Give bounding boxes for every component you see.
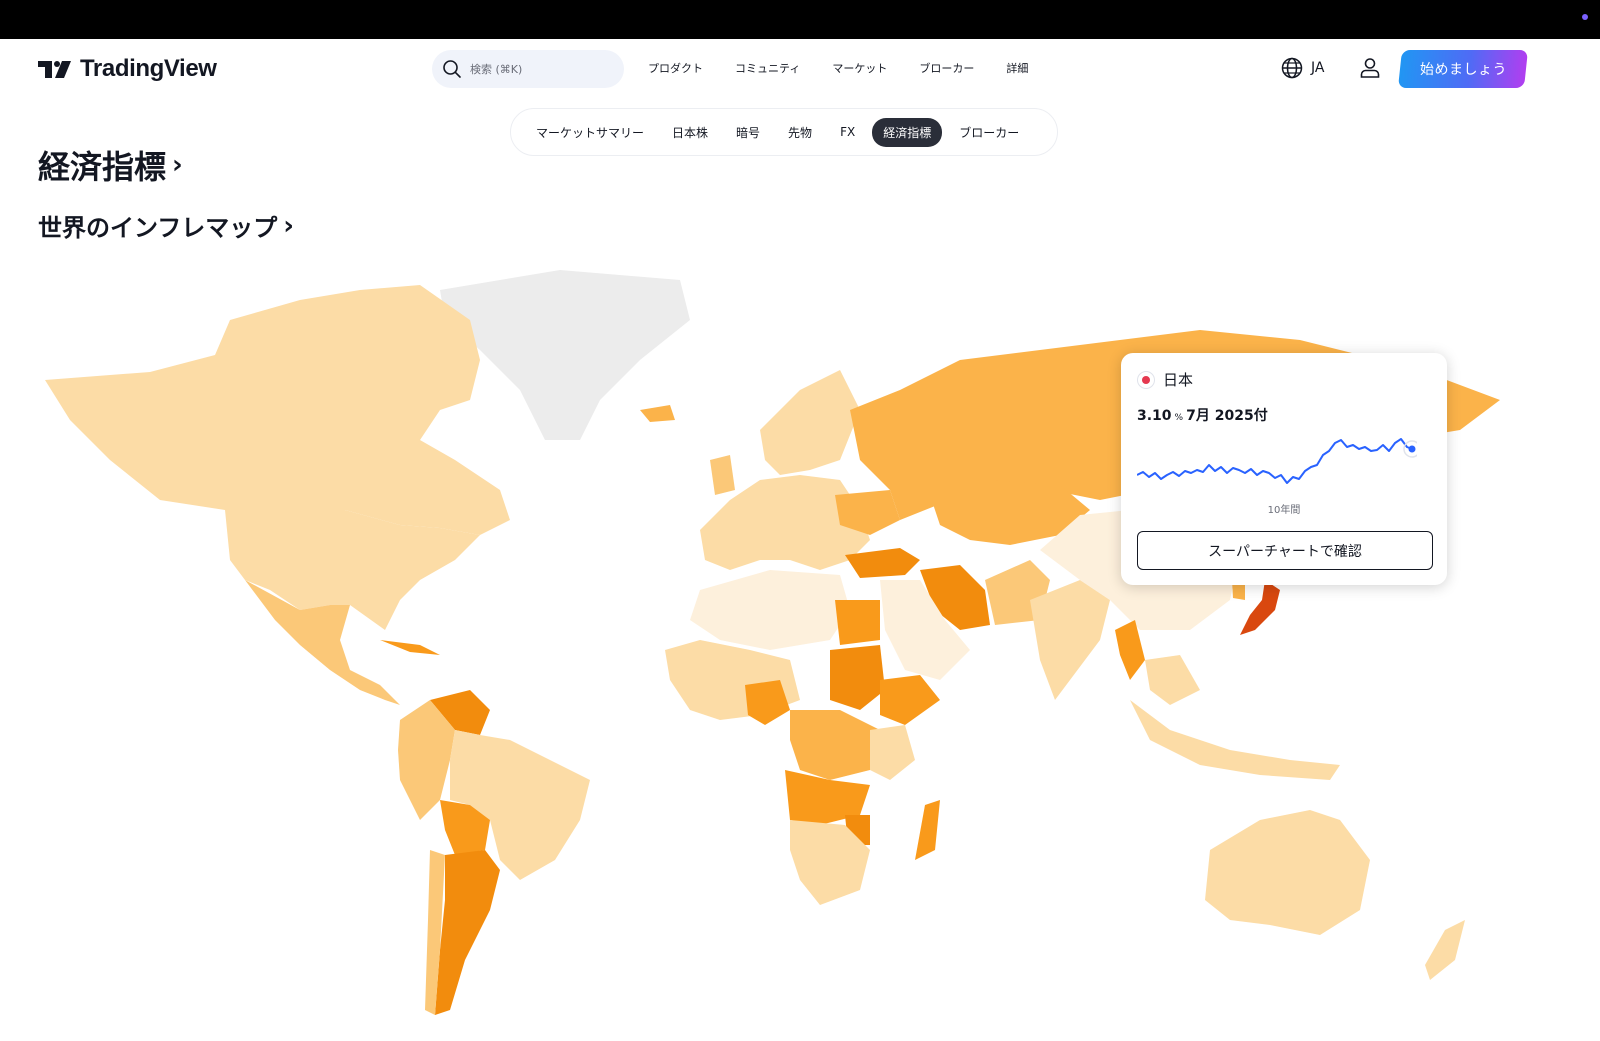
subnav-market-summary[interactable]: マーケットサマリー <box>525 118 655 147</box>
country-north-africa[interactable] <box>690 570 850 650</box>
country-indonesia[interactable] <box>1130 700 1340 780</box>
nav-more[interactable]: 詳細 <box>1006 60 1028 76</box>
subnav-economy[interactable]: 経済指標 <box>872 117 943 147</box>
section-title-text: 世界のインフレマップ <box>38 214 278 242</box>
country-southeast-asia[interactable] <box>1145 655 1200 705</box>
search-input[interactable]: 検索 (⌘K) <box>432 50 624 88</box>
nav-community[interactable]: コミュニティ <box>735 60 800 76</box>
subnav-fx[interactable]: FX <box>829 119 866 145</box>
country-central-america[interactable] <box>330 670 400 705</box>
japan-flag-icon <box>1137 370 1155 389</box>
page-title-text: 経済指標 <box>38 148 167 186</box>
markets-subnav: マーケットサマリー 日本株 暗号 先物 FX 経済指標 ブローカー <box>510 108 1058 156</box>
subnav-japan-stocks[interactable]: 日本株 <box>661 118 719 147</box>
subnav-brokers[interactable]: ブローカー <box>948 118 1030 147</box>
nav-brokers[interactable]: ブローカー <box>919 60 974 76</box>
globe-icon <box>1281 57 1303 79</box>
language-label: JA <box>1311 60 1325 76</box>
country-uk[interactable] <box>710 455 735 495</box>
search-placeholder: 検索 (⌘K) <box>470 63 523 76</box>
country-cuba[interactable] <box>380 640 440 655</box>
tooltip-value: 3.10 % 7月 2025付 <box>1137 405 1268 425</box>
country-sudan[interactable] <box>830 645 885 710</box>
chevron-right-icon: › <box>283 210 294 241</box>
country-madagascar[interactable] <box>915 800 940 860</box>
chevron-right-icon: › <box>172 150 183 180</box>
open-supercharts-button[interactable]: スーパーチャートで確認 <box>1137 531 1433 570</box>
tooltip-value-number: 3.10 <box>1137 408 1172 424</box>
subnav-crypto[interactable]: 暗号 <box>725 118 771 147</box>
tooltip-country: 日本 <box>1137 369 1193 390</box>
browser-top-bar <box>0 0 1600 39</box>
section-title[interactable]: 世界のインフレマップ › <box>38 208 294 243</box>
tooltip-country-name: 日本 <box>1163 371 1194 389</box>
country-australia[interactable] <box>1205 810 1370 935</box>
country-iceland[interactable] <box>640 405 675 422</box>
user-menu-button[interactable] <box>1358 56 1382 84</box>
search-icon <box>443 60 461 78</box>
user-icon <box>1360 58 1380 78</box>
tooltip-period: 10年間 <box>1267 505 1301 516</box>
tooltip-value-unit: % <box>1174 413 1184 423</box>
status-dot <box>1582 14 1588 20</box>
country-ethiopia[interactable] <box>880 675 940 725</box>
country-argentina[interactable] <box>435 850 500 1015</box>
country-japan[interactable] <box>1240 580 1280 635</box>
country-scandinavia[interactable] <box>760 370 860 475</box>
country-india[interactable] <box>1030 580 1110 700</box>
page-title[interactable]: 経済指標 › <box>38 142 183 188</box>
brand-name: TradingView <box>80 55 217 82</box>
main-nav: プロダクト コミュニティ マーケット ブローカー 詳細 <box>648 60 1028 76</box>
nav-products[interactable]: プロダクト <box>648 60 703 76</box>
get-started-label: 始めましょう <box>1419 62 1507 78</box>
country-egypt[interactable] <box>835 600 880 645</box>
inflation-sparkline <box>1137 438 1417 484</box>
tooltip-date: 7月 2025付 <box>1186 408 1268 424</box>
get-started-button[interactable]: 始めましょう <box>1398 50 1528 88</box>
country-canada[interactable] <box>45 285 510 535</box>
tradingview-logo-icon <box>38 61 71 78</box>
country-new-zealand[interactable] <box>1425 920 1465 980</box>
sparkline-end-point <box>1408 445 1416 453</box>
site-header: TradingView 検索 (⌘K) プロダクト コミュニティ マーケット ブ… <box>0 39 1600 99</box>
country-east-africa[interactable] <box>870 725 915 780</box>
country-tooltip: 日本 3.10 % 7月 2025付 10年間 スーパーチャートで確認 <box>1121 353 1447 585</box>
subnav-futures[interactable]: 先物 <box>777 118 823 147</box>
brand-logo[interactable]: TradingView <box>38 55 217 83</box>
nav-markets[interactable]: マーケット <box>832 60 887 76</box>
language-selector[interactable]: JA <box>1281 57 1324 79</box>
country-central-africa[interactable] <box>790 710 880 780</box>
